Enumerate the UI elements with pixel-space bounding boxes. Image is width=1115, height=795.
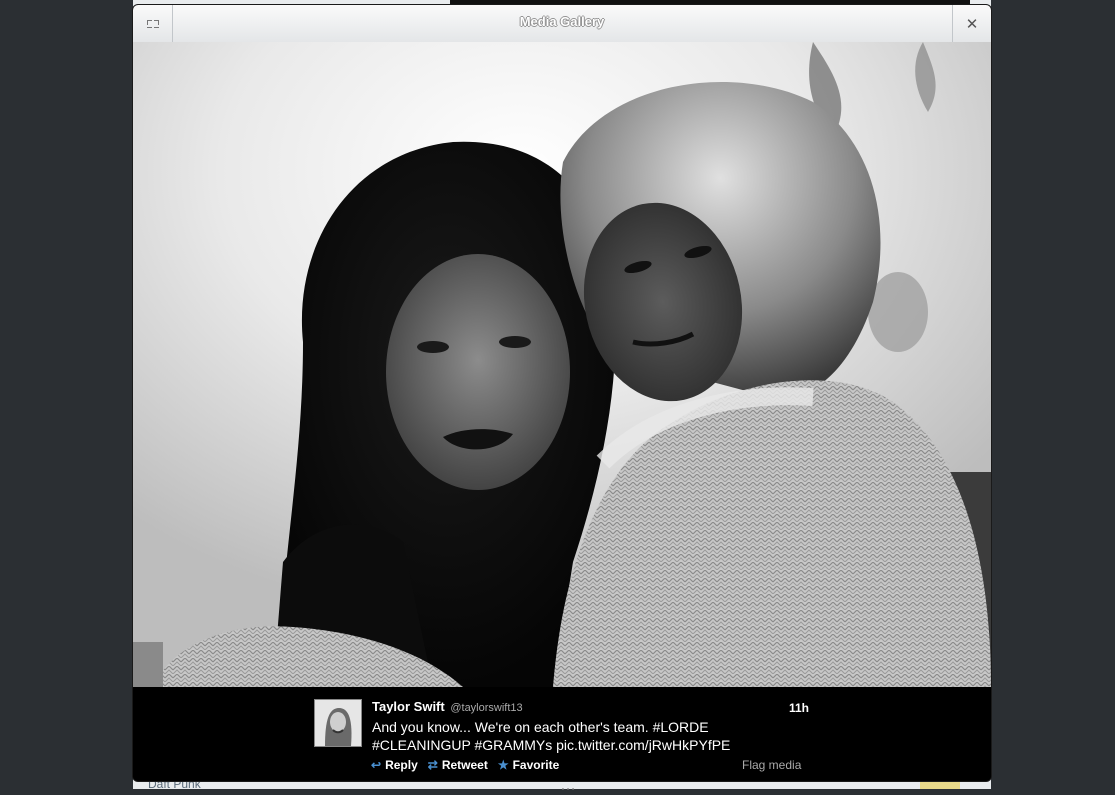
grid-view-button[interactable] — [133, 5, 173, 42]
retweet-icon: ⇄ — [427, 758, 438, 772]
tweet-text: And you know... We're on each other's te… — [372, 718, 762, 754]
star-icon: ★ — [497, 758, 509, 772]
tweet-caption: Taylor Swift @taylorswift13 11h And you … — [133, 687, 991, 781]
tweet-text-line: And you know... We're on each other's te… — [372, 719, 709, 735]
author-name[interactable]: Taylor Swift — [372, 699, 445, 714]
modal-title: Media Gallery — [519, 14, 605, 29]
media-gallery-modal: Media Gallery ✕ Taylor Swift @taylorswif… — [133, 5, 991, 781]
close-icon: ✕ — [965, 15, 979, 33]
gallery-photo — [133, 42, 991, 687]
background-highlight — [920, 780, 960, 789]
tweet-text-line: #CLEANINGUP #GRAMMYs pic.twitter.com/jRw… — [372, 737, 731, 753]
author-handle[interactable]: @taylorswift13 — [450, 702, 522, 714]
flag-media-link[interactable]: Flag media — [742, 758, 801, 772]
favorite-button[interactable]: ★ Favorite — [498, 758, 559, 772]
reply-icon: ↩ — [371, 758, 382, 772]
tweet-time[interactable]: 11h — [789, 701, 809, 715]
avatar[interactable] — [314, 699, 362, 747]
favorite-label: Favorite — [512, 758, 560, 772]
grid-icon — [146, 17, 160, 31]
reply-button[interactable]: ↩ Reply — [371, 758, 418, 772]
modal-titlebar: Media Gallery ✕ — [133, 5, 991, 43]
close-button[interactable]: ✕ — [952, 5, 991, 42]
retweet-button[interactable]: ⇄ Retweet — [428, 758, 488, 772]
tweet-author[interactable]: Taylor Swift @taylorswift13 — [372, 699, 523, 714]
reply-label: Reply — [385, 758, 418, 772]
tweet-actions: ↩ Reply ⇄ Retweet ★ Favorite — [371, 758, 559, 772]
retweet-label: Retweet — [441, 758, 488, 772]
